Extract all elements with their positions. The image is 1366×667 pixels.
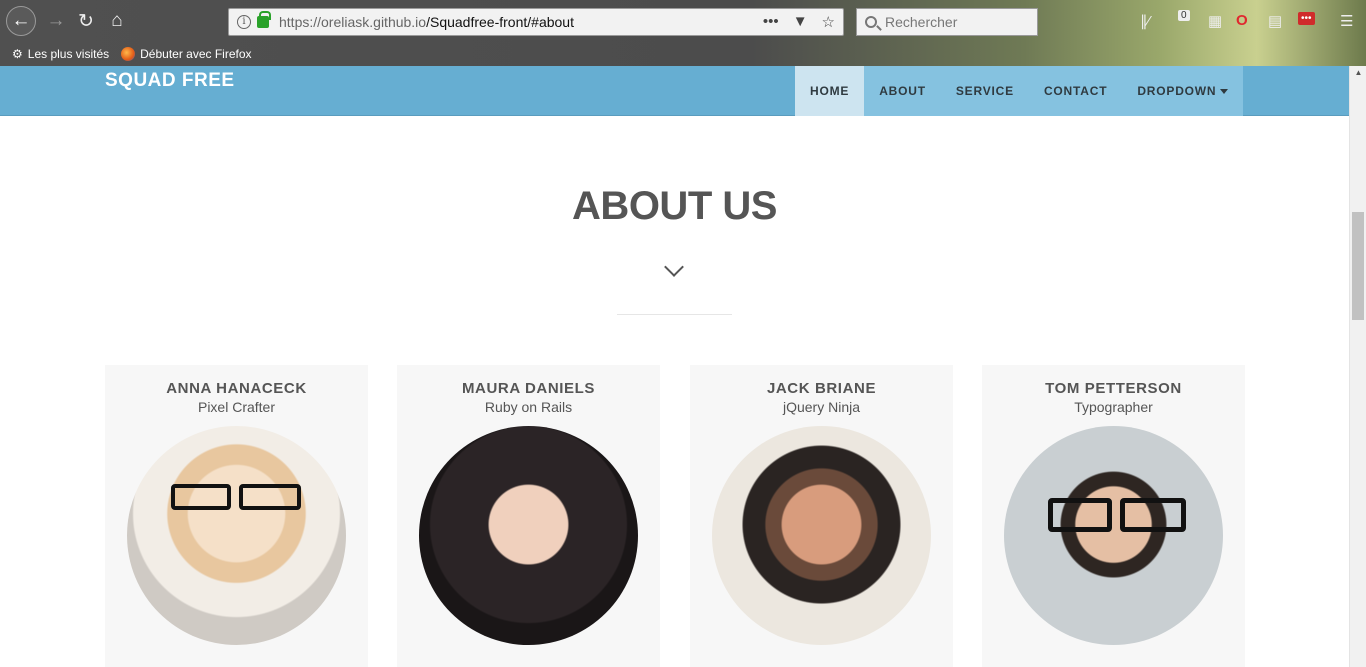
gear-icon: ⚙ bbox=[12, 46, 23, 61]
menu-item-about[interactable]: ABOUT bbox=[864, 66, 941, 116]
member-photo bbox=[712, 426, 931, 645]
team-card: MAURA DANIELS Ruby on Rails bbox=[397, 365, 660, 667]
page-content: SQUAD FREE HOME ABOUT SERVICE CONTACT DR… bbox=[0, 66, 1349, 667]
forward-button[interactable]: → bbox=[42, 7, 70, 35]
bookmark-getting-started[interactable]: Débuter avec Firefox bbox=[121, 46, 252, 61]
main-menu: HOME ABOUT SERVICE CONTACT DROPDOWN bbox=[795, 66, 1244, 116]
extension-badge[interactable]: 0 bbox=[1178, 10, 1190, 21]
site-header: SQUAD FREE HOME ABOUT SERVICE CONTACT DR… bbox=[0, 66, 1349, 116]
member-name: MAURA DANIELS bbox=[461, 380, 596, 397]
member-role: Typographer bbox=[1074, 399, 1153, 415]
member-role: Ruby on Rails bbox=[484, 399, 573, 415]
chevron-down-icon bbox=[664, 257, 684, 277]
browser-chrome: ← → ↻ ⌂ i https://oreliask.github.io/Squ… bbox=[0, 0, 1366, 66]
member-photo bbox=[127, 426, 346, 645]
library-icon[interactable]: ∥⁄ bbox=[1140, 12, 1150, 30]
member-name: TOM PETTERSON bbox=[1045, 380, 1182, 397]
reload-icon[interactable]: ↻ bbox=[72, 7, 100, 35]
menu-item-home[interactable]: HOME bbox=[795, 66, 865, 116]
site-brand[interactable]: SQUAD FREE bbox=[105, 70, 235, 92]
scroll-up-icon[interactable]: ▲ bbox=[1350, 68, 1366, 77]
address-bar[interactable]: i https://oreliask.github.io/Squadfree-f… bbox=[228, 8, 844, 36]
opera-icon[interactable]: O bbox=[1236, 12, 1248, 29]
home-icon[interactable]: ⌂ bbox=[103, 7, 131, 35]
menu-item-service[interactable]: SERVICE bbox=[941, 66, 1029, 116]
team-card: TOM PETTERSON Typographer bbox=[982, 365, 1245, 667]
caret-down-icon bbox=[1220, 88, 1229, 94]
menu-item-dropdown[interactable]: DROPDOWN bbox=[1122, 66, 1243, 116]
menu-icon[interactable]: ☰ bbox=[1340, 12, 1353, 30]
member-role: Pixel Crafter bbox=[197, 399, 276, 415]
bookmark-most-visited[interactable]: ⚙ Les plus visités bbox=[12, 47, 109, 61]
pocket-icon[interactable]: ▼ bbox=[793, 13, 808, 31]
member-role: jQuery Ninja bbox=[782, 399, 861, 415]
url-text: https://oreliask.github.io/Squadfree-fro… bbox=[279, 14, 574, 30]
vertical-scrollbar[interactable]: ▲ bbox=[1349, 66, 1366, 667]
search-placeholder: Rechercher bbox=[885, 14, 958, 30]
bookmarks-bar: ⚙ Les plus visités Débuter avec Firefox bbox=[0, 42, 1366, 65]
more-actions-icon[interactable]: ••• bbox=[763, 13, 779, 31]
browser-toolbar: ← → ↻ ⌂ i https://oreliask.github.io/Squ… bbox=[0, 0, 1366, 42]
menu-item-contact[interactable]: CONTACT bbox=[1029, 66, 1122, 116]
member-name: ANNA HANACECK bbox=[166, 380, 307, 397]
section-divider bbox=[617, 314, 732, 315]
team-card: ANNA HANACECK Pixel Crafter bbox=[105, 365, 368, 667]
reader-icon[interactable]: ▤ bbox=[1268, 12, 1282, 30]
member-name: JACK BRIANE bbox=[766, 380, 877, 397]
member-photo bbox=[1004, 426, 1223, 645]
info-icon[interactable]: i bbox=[237, 15, 251, 29]
search-icon bbox=[865, 16, 877, 28]
grid-extension-icon[interactable]: ▦ bbox=[1208, 12, 1222, 30]
team-card: JACK BRIANE jQuery Ninja bbox=[690, 365, 953, 667]
firefox-icon bbox=[121, 46, 136, 61]
section-title: ABOUT US bbox=[572, 184, 777, 228]
scrollbar-thumb[interactable] bbox=[1352, 212, 1364, 320]
lock-icon bbox=[257, 11, 271, 28]
member-photo bbox=[419, 426, 638, 645]
red-extension-icon[interactable]: ••• bbox=[1298, 12, 1315, 25]
bookmark-star-icon[interactable]: ☆ bbox=[822, 13, 835, 31]
back-button[interactable]: ← bbox=[6, 6, 36, 36]
search-input[interactable]: Rechercher bbox=[856, 8, 1038, 36]
